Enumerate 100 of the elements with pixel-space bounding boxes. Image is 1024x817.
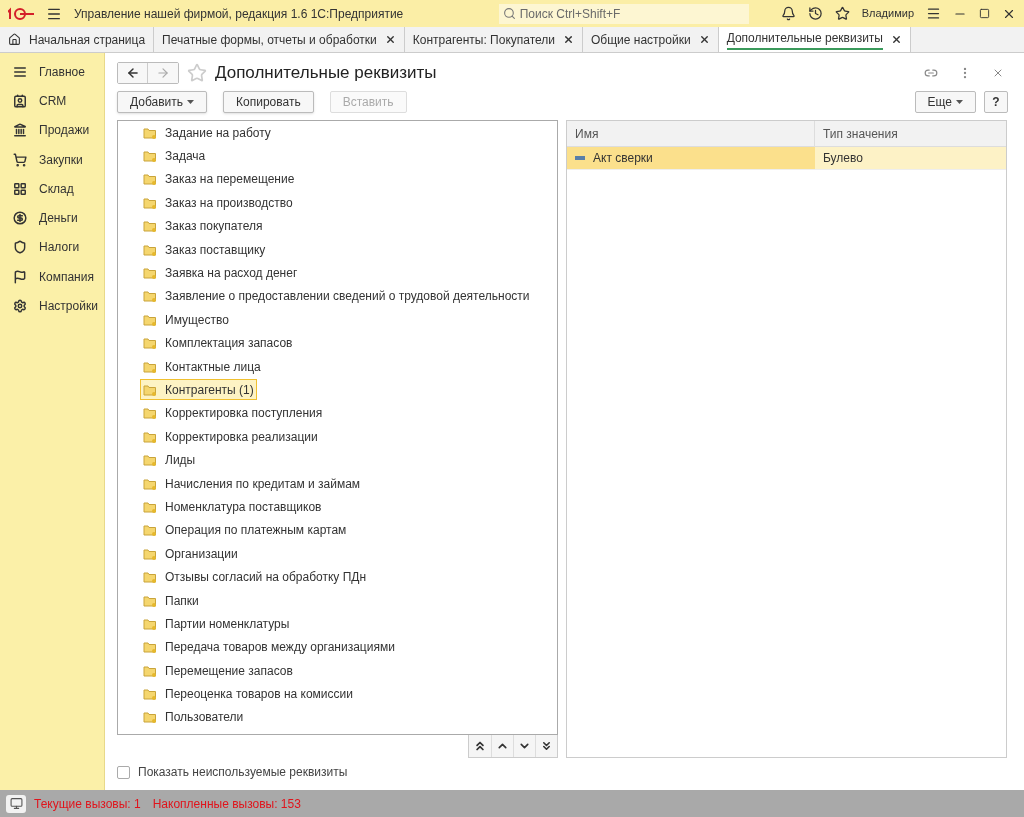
- column-header[interactable]: Тип значения: [815, 121, 1006, 146]
- show-unused-checkbox[interactable]: Показать неиспользуемые реквизиты: [117, 763, 348, 781]
- tab[interactable]: Дополнительные реквизиты: [718, 27, 911, 52]
- tree-item[interactable]: Заказ поставщику: [140, 239, 269, 261]
- folder-icon: [143, 313, 157, 326]
- settings-menu-icon[interactable]: [926, 6, 941, 21]
- folder-icon: [143, 290, 157, 303]
- form-title: Дополнительные реквизиты: [215, 62, 437, 85]
- folder-icon: [143, 524, 157, 537]
- current-calls: Текущие вызовы: 1: [34, 795, 141, 813]
- folder-icon: [143, 360, 157, 373]
- building-icon: [13, 123, 27, 138]
- search-icon: [502, 7, 516, 20]
- tree-item[interactable]: Партии номенклатуры: [140, 613, 293, 635]
- folder-icon: [143, 547, 157, 560]
- tree-item[interactable]: Заказ на производство: [140, 192, 296, 214]
- folder-icon: [143, 150, 157, 163]
- tree-item[interactable]: Комплектация запасов: [140, 332, 296, 354]
- close-tab-icon[interactable]: [563, 34, 575, 45]
- sidebar-item[interactable]: Налоги: [0, 232, 104, 263]
- shield-icon: [13, 240, 27, 255]
- folder-icon: [143, 267, 157, 280]
- tree-item[interactable]: Контрагенты (1): [140, 379, 257, 401]
- close-form-icon[interactable]: [992, 67, 1004, 79]
- sidebar-item[interactable]: Закупки: [0, 144, 104, 175]
- folder-icon: [143, 617, 157, 630]
- coin-icon: [13, 211, 27, 226]
- folder-icon: [143, 220, 157, 233]
- search-field[interactable]: Поиск Ctrl+Shift+F: [519, 4, 745, 23]
- tree-item[interactable]: Переоценка товаров на комиссии: [140, 683, 356, 705]
- folder-icon: [143, 454, 157, 467]
- accumulated-calls: Накопленные вызовы: 153: [152, 795, 301, 813]
- table-row[interactable]: Акт сверки Булево: [567, 147, 1006, 170]
- folder-icon: [143, 126, 157, 139]
- more-button[interactable]: Еще: [914, 91, 976, 113]
- tree-item[interactable]: Отзывы согласий на обработку ПДн: [140, 566, 370, 588]
- sidebar-item[interactable]: Компания: [0, 262, 104, 292]
- arrow-left-icon: [125, 66, 140, 80]
- sidebar-item[interactable]: Настройки: [0, 291, 104, 321]
- list-icon: [13, 64, 27, 79]
- attribute-icon: [575, 156, 585, 160]
- tree-item[interactable]: Имущество: [140, 309, 232, 331]
- tree-item[interactable]: Заказ на перемещение: [140, 168, 298, 190]
- tree-item[interactable]: Корректировка поступления: [140, 402, 326, 424]
- folder-icon: [143, 337, 157, 350]
- tree-item[interactable]: Заказ покупателя: [140, 215, 266, 237]
- tree-item[interactable]: Контактные лица: [140, 356, 264, 378]
- close-tab-icon[interactable]: [384, 34, 396, 45]
- tree-item[interactable]: Передача товаров между организациями: [140, 636, 398, 658]
- caret-icon: [956, 100, 963, 104]
- user-name[interactable]: Владимир: [861, 5, 914, 22]
- sidebar-item[interactable]: Главное: [0, 57, 104, 87]
- link-icon[interactable]: [924, 66, 938, 80]
- tree-item[interactable]: Корректировка реализации: [140, 426, 321, 448]
- column-header[interactable]: Имя: [567, 121, 815, 146]
- tree-item[interactable]: Заявление о предоставлении сведений о трудовой деятельности: [140, 285, 533, 307]
- contact-card-icon: [13, 93, 27, 108]
- tree-item[interactable]: Лиды: [140, 449, 199, 471]
- tree-item[interactable]: Организации: [140, 543, 241, 565]
- sidebar-item[interactable]: Склад: [0, 174, 104, 204]
- bell-icon[interactable]: [780, 6, 796, 21]
- folder-icon: [143, 711, 157, 724]
- tree-item[interactable]: Номенклатура поставщиков: [140, 496, 325, 518]
- windows-button[interactable]: [6, 794, 26, 813]
- folder-icon: [143, 430, 157, 443]
- toolbar-button[interactable]: Копировать: [223, 91, 314, 113]
- tree-item[interactable]: Пользователи: [140, 706, 247, 728]
- close-tab-icon[interactable]: [698, 34, 710, 45]
- close-tab-icon[interactable]: [890, 34, 902, 45]
- help-button[interactable]: ?: [984, 91, 1008, 113]
- sidebar-item[interactable]: Деньги: [0, 203, 104, 233]
- search-box[interactable]: Поиск Ctrl+Shift+F: [498, 3, 749, 24]
- tree-item[interactable]: Операция по платежным картам: [140, 519, 350, 541]
- favorite-star-icon[interactable]: [187, 63, 207, 83]
- settings-icon: [13, 299, 27, 313]
- folder-icon: [143, 384, 157, 396]
- folder-icon: [143, 571, 157, 584]
- tree-item[interactable]: Перемещение запасов: [140, 660, 296, 682]
- tree-item[interactable]: Задача: [140, 145, 209, 167]
- folder-icon: [143, 594, 157, 607]
- back-button[interactable]: [118, 63, 148, 83]
- folder-icon: [143, 641, 157, 654]
- arrow-right-icon: [156, 66, 170, 80]
- folder-icon: [143, 243, 157, 256]
- folder-icon: [143, 196, 157, 209]
- table-cell: Акт сверки: [567, 147, 815, 169]
- history-icon[interactable]: [807, 6, 823, 21]
- sidebar-item[interactable]: Продажи: [0, 115, 104, 145]
- folder-icon: [143, 407, 157, 420]
- star-icon[interactable]: [834, 6, 850, 21]
- tree-item[interactable]: Начисления по кредитам и займам: [140, 473, 364, 495]
- tree-item[interactable]: Заявка на расход денег: [140, 262, 301, 284]
- toolbar-button[interactable]: Добавить: [117, 91, 208, 113]
- folder-icon: [143, 500, 157, 513]
- maximize-icon[interactable]: [979, 8, 990, 19]
- sidebar-item[interactable]: CRM: [0, 86, 104, 116]
- tree-item[interactable]: Папки: [140, 590, 202, 611]
- folder-icon: [143, 664, 157, 677]
- table-cell: Булево: [815, 147, 1006, 169]
- tree-item[interactable]: Задание на работу: [140, 122, 274, 144]
